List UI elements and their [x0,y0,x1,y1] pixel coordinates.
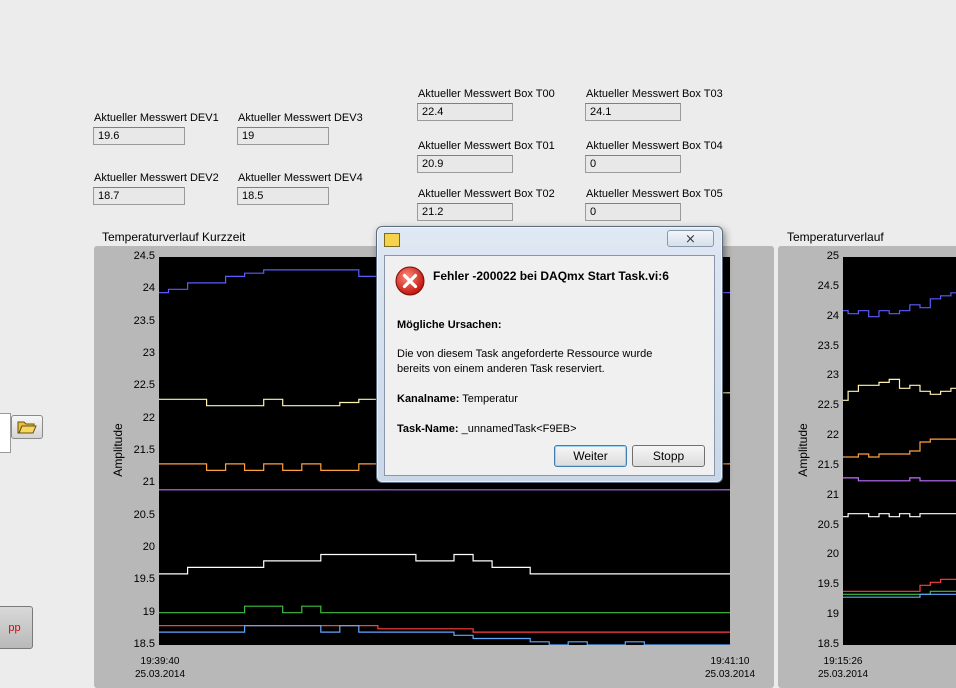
y-tick-label: 18.5 [817,638,839,650]
indicator-label-t03: Aktueller Messwert Box T03 [586,88,723,100]
y-tick-label: 25 [826,250,839,262]
indicator-label-t01: Aktueller Messwert Box T01 [418,140,555,152]
close-icon: ⨯ [685,230,696,246]
chart-ylabel: Amplitude [111,423,125,477]
series-line [843,578,956,592]
error-message-line2: bereits von einem anderen Task reservier… [397,363,605,375]
indicator-value-dev3: 19 [237,127,329,145]
y-tick-label: 22 [826,429,839,442]
causes-heading: Mögliche Ursachen: [397,319,502,331]
channel-value: Temperatur [462,393,518,405]
y-tick-label: 22 [142,411,155,424]
channel-label: Kanalname: [397,393,460,405]
indicator-value-t01: 20.9 [417,155,513,173]
y-tick-label: 23.5 [133,314,155,327]
task-label: Task-Name: [397,423,459,435]
indicator-label-dev4: Aktueller Messwert DEV4 [238,172,363,184]
channel-info: Kanalname: Temperatur [397,392,518,407]
y-tick-label: 21 [826,488,839,501]
y-tick-label: 22.5 [133,379,155,392]
series-line [843,378,956,401]
indicator-label-t00: Aktueller Messwert Box T00 [418,88,555,100]
continue-button[interactable]: Weiter [554,445,627,467]
indicator-label-dev2: Aktueller Messwert DEV2 [94,172,219,184]
chart-title-long: Temperaturverlauf [787,230,884,244]
indicator-value-t05: 0 [585,203,681,221]
x-tick-start-long: 19:15:26 25.03.2014 [817,656,869,680]
y-tick-label: 21 [142,476,155,489]
error-title: Fehler -200022 bei DAQmx Start Task.vi:6 [433,269,669,283]
y-tick-label: 20.5 [133,508,155,521]
y-tick-label: 24 [142,282,155,295]
y-tick-label: 24.5 [817,279,839,292]
indicator-value-dev2: 18.7 [93,187,185,205]
y-tick-label: 23.5 [817,339,839,352]
labview-icon [384,233,400,247]
indicator-value-t00: 22.4 [417,103,513,121]
y-tick-label: 20 [142,541,155,553]
indicator-label-t02: Aktueller Messwert Box T02 [418,188,555,200]
x-tick-end: 19:41:10 25.03.2014 [704,656,756,680]
error-dialog: ⨯ Fehler -200022 bei DAQmx Start Task.vi… [376,226,723,483]
y-tick-label: 21.5 [817,458,839,471]
indicator-label-t04: Aktueller Messwert Box T04 [586,140,723,152]
y-tick-label: 23 [826,369,839,382]
stopp-button[interactable]: Stopp [632,445,705,467]
y-tick-label: 19.5 [817,578,839,591]
series-line [159,553,730,575]
indicator-label-t05: Aktueller Messwert Box T05 [586,188,723,200]
indicator-value-t02: 21.2 [417,203,513,221]
error-message-line1: Die von diesem Task angeforderte Ressour… [397,348,653,360]
stop-button[interactable]: pp [0,606,33,649]
y-tick-label: 22.5 [817,399,839,412]
indicator-label-dev1: Aktueller Messwert DEV1 [94,112,219,124]
close-button[interactable]: ⨯ [667,230,714,247]
stop-button-label: pp [8,621,21,634]
y-tick-label: 24.5 [133,250,155,262]
y-tick-label: 19.5 [133,573,155,586]
chart-title: Temperaturverlauf Kurzzeit [102,230,246,244]
indicator-value-t04: 0 [585,155,681,173]
task-info: Task-Name: _unnamedTask<F9EB> [397,422,577,437]
x-tick-start: 19:39:40 25.03.2014 [134,656,186,680]
y-tick-label: 24 [826,309,839,322]
indicator-value-dev4: 18.5 [237,187,329,205]
series-line [159,605,730,614]
series-line [843,477,956,482]
error-icon [395,266,425,296]
folder-open-icon [17,421,37,434]
dialog-body: Fehler -200022 bei DAQmx Start Task.vi:6… [384,255,715,476]
y-tick-label: 23 [142,347,155,359]
indicator-value-t03: 24.1 [585,103,681,121]
y-tick-label: 20.5 [817,518,839,531]
y-tick-label: 21.5 [133,444,155,456]
indicator-value-dev1: 19.6 [93,127,185,145]
y-tick-label: 19 [142,605,155,618]
y-tick-label: 19 [826,608,839,621]
series-line [843,513,956,518]
browse-button[interactable] [11,415,43,439]
task-value: _unnamedTask<F9EB> [461,423,577,435]
file-path-input[interactable] [0,413,11,453]
series-line [843,438,956,458]
plot-area-long[interactable] [843,257,956,645]
series-line [843,292,956,318]
y-tick-label: 18.5 [133,638,155,650]
chart-ylabel-long: Amplitude [796,423,810,477]
indicator-label-dev3: Aktueller Messwert DEV3 [238,112,363,124]
y-tick-label: 20 [826,548,839,561]
